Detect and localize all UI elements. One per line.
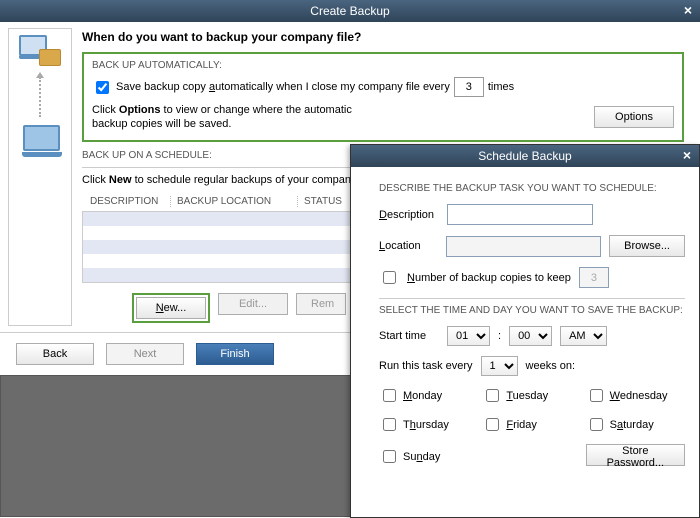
page-heading: When do you want to backup your company … <box>82 30 684 44</box>
back-button[interactable]: Back <box>16 343 94 365</box>
monday-checkbox[interactable] <box>383 389 396 402</box>
numcopies-input[interactable] <box>579 267 609 288</box>
close-icon[interactable]: × <box>684 2 692 18</box>
create-backup-titlebar: Create Backup × <box>0 0 700 22</box>
arrow-up-icon <box>39 77 41 117</box>
edit-button[interactable]: Edit... <box>218 293 288 315</box>
backup-auto-label: BACK UP AUTOMATICALLY: <box>92 60 674 71</box>
minute-select[interactable]: 00 <box>509 326 552 346</box>
sunday-label: Sunday <box>403 451 440 463</box>
backup-auto-section: BACK UP AUTOMATICALLY: Save backup copy … <box>82 52 684 142</box>
next-button[interactable]: Next <box>106 343 184 365</box>
wednesday-label: Wednesday <box>610 390 668 402</box>
description-label: Description <box>379 209 439 221</box>
thursday-checkbox[interactable] <box>383 418 396 431</box>
computer-folder-icon <box>19 35 61 69</box>
computer-icon <box>23 125 58 155</box>
times-input[interactable] <box>454 77 484 97</box>
ampm-select[interactable]: AM <box>560 326 607 346</box>
wednesday-checkbox[interactable] <box>590 389 603 402</box>
days-grid: Monday Tuesday Wednesday Thursday Friday… <box>379 386 685 469</box>
friday-label: Friday <box>506 419 537 431</box>
new-button-highlight: New... <box>132 293 210 323</box>
schedule-backup-title: Schedule Backup <box>478 149 571 163</box>
tuesday-label: Tuesday <box>506 390 548 402</box>
friday-checkbox[interactable] <box>486 418 499 431</box>
numcopies-checkbox[interactable] <box>383 271 396 284</box>
remove-button[interactable]: Rem <box>296 293 346 315</box>
description-input[interactable] <box>447 204 593 225</box>
save-backup-checkbox[interactable] <box>96 81 109 94</box>
weeks-select[interactable]: 1 <box>481 356 518 376</box>
select-time-heading: SELECT THE TIME AND DAY YOU WANT TO SAVE… <box>379 305 685 316</box>
schedule-backup-titlebar: Schedule Backup × <box>351 145 699 167</box>
create-backup-title: Create Backup <box>310 4 389 18</box>
options-hint: Click Options to view or change where th… <box>92 103 352 132</box>
time-colon: : <box>498 330 501 342</box>
start-time-label: Start time <box>379 330 439 342</box>
finish-button[interactable]: Finish <box>196 343 274 365</box>
sunday-checkbox[interactable] <box>383 450 396 463</box>
run-every-prefix: Run this task every <box>379 360 473 372</box>
tuesday-checkbox[interactable] <box>486 389 499 402</box>
saturday-label: Saturday <box>610 419 654 431</box>
hour-select[interactable]: 01 <box>447 326 490 346</box>
close-icon[interactable]: × <box>683 147 691 163</box>
monday-label: Monday <box>403 390 442 402</box>
col-location: BACKUP LOCATION <box>170 196 297 207</box>
new-button[interactable]: New... <box>136 297 206 319</box>
thursday-label: Thursday <box>403 419 449 431</box>
run-every-suffix: weeks on: <box>526 360 576 372</box>
saturday-checkbox[interactable] <box>590 418 603 431</box>
describe-heading: DESCRIBE THE BACKUP TASK YOU WANT TO SCH… <box>379 183 685 194</box>
store-password-button[interactable]: Store Password... <box>586 444 685 466</box>
numcopies-label: Number of backup copies to keep <box>407 272 571 284</box>
save-backup-text: Save backup copy automatically when I cl… <box>116 81 450 93</box>
wizard-sidebar <box>8 28 72 326</box>
options-button[interactable]: Options <box>594 106 674 128</box>
schedule-backup-dialog: Schedule Backup × DESCRIBE THE BACKUP TA… <box>350 144 700 518</box>
col-description: DESCRIPTION <box>90 196 170 207</box>
location-label: Location <box>379 240 438 252</box>
location-input[interactable] <box>446 236 601 257</box>
times-suffix: times <box>488 81 514 93</box>
browse-button[interactable]: Browse... <box>609 235 685 257</box>
